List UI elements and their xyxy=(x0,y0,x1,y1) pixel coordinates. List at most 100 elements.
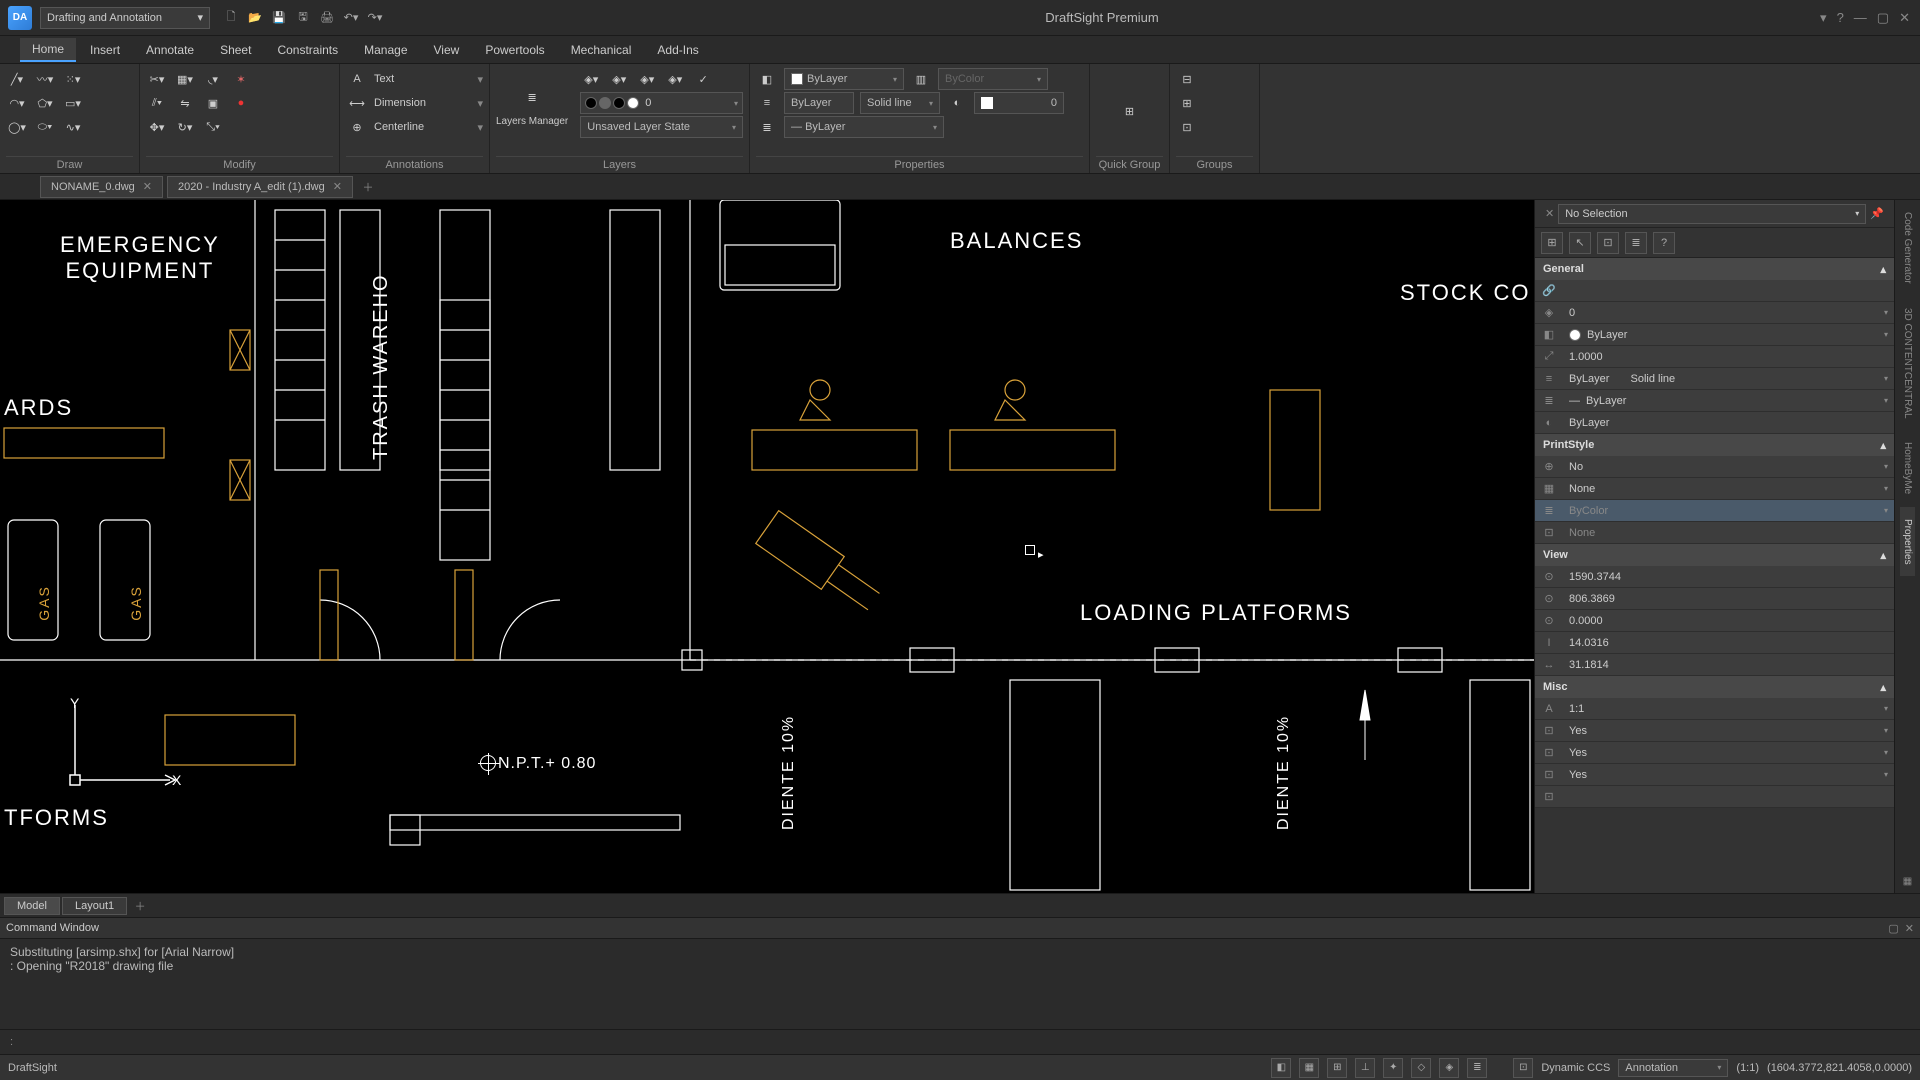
offset-icon[interactable]: ⫽▾ xyxy=(146,92,168,114)
group3-icon[interactable]: ⊡ xyxy=(1176,116,1198,138)
lineweight-icon[interactable]: ≣ xyxy=(756,116,778,138)
fillet-icon[interactable]: ◟▾ xyxy=(202,68,224,90)
mirror-icon[interactable]: ⇋ xyxy=(174,92,196,114)
print-icon[interactable]: 🖨 xyxy=(318,9,336,27)
prop-scale[interactable]: ⤢1.0000 xyxy=(1535,346,1894,368)
section-misc[interactable]: Misc▴ xyxy=(1535,676,1894,698)
bycolor-dropdown[interactable]: ByColor▾ xyxy=(938,68,1048,90)
prop-ps-display[interactable]: ⊕No▾ xyxy=(1535,456,1894,478)
trim-icon[interactable]: ✂▾ xyxy=(146,68,168,90)
layer-btn1-icon[interactable]: ◈▾ xyxy=(580,68,602,90)
sidetab-homebyme[interactable]: HomeByMe xyxy=(1900,430,1915,506)
status-lwt-icon[interactable]: ≣ xyxy=(1467,1058,1487,1078)
pattern-icon[interactable]: ▦▾ xyxy=(174,68,196,90)
tab-home[interactable]: Home xyxy=(20,38,76,62)
prop-misc-v1[interactable]: ⊡Yes▾ xyxy=(1535,720,1894,742)
spline-icon[interactable]: ∿▾ xyxy=(62,116,84,138)
prop-view-z[interactable]: ⊙0.0000 xyxy=(1535,610,1894,632)
line-icon[interactable]: ╱▾ xyxy=(6,68,28,90)
color-icon[interactable]: ◧ xyxy=(756,68,778,90)
save-icon[interactable]: 💾 xyxy=(270,9,288,27)
group1-icon[interactable]: ⊟ xyxy=(1176,68,1198,90)
add-tab-button[interactable]: ＋ xyxy=(357,176,379,198)
help-icon[interactable]: ? xyxy=(1837,10,1844,26)
tab-mechanical[interactable]: Mechanical xyxy=(559,39,644,61)
color-dropdown[interactable]: ByLayer▾ xyxy=(784,68,904,90)
centerline-icon[interactable]: ⊕ xyxy=(346,116,368,138)
pp-help-icon[interactable]: ? xyxy=(1653,232,1675,254)
doctab-1[interactable]: NONAME_0.dwg✕ xyxy=(40,176,163,198)
tab-insert[interactable]: Insert xyxy=(78,39,132,61)
group2-icon[interactable]: ⊞ xyxy=(1176,92,1198,114)
status-otrack-icon[interactable]: ◈ xyxy=(1439,1058,1459,1078)
close-icon[interactable]: ✕ xyxy=(143,180,152,193)
layer-btn2-icon[interactable]: ◈▾ xyxy=(608,68,630,90)
polyline-icon[interactable]: 〰▾ xyxy=(34,68,56,90)
tab-constraints[interactable]: Constraints xyxy=(265,39,350,61)
tab-addins[interactable]: Add-Ins xyxy=(645,39,710,61)
quickgroup-icon[interactable]: ⊞ xyxy=(1112,93,1148,129)
dropdown-icon[interactable]: ▾ xyxy=(1820,10,1827,26)
drawing-canvas[interactable]: EMERGENCY EQUIPMENT TRASH WAREHO BALANCE… xyxy=(0,200,1534,893)
section-printstyle[interactable]: PrintStyle▴ xyxy=(1535,434,1894,456)
status-polar-icon[interactable]: ✦ xyxy=(1383,1058,1403,1078)
command-window[interactable]: Substituting [arsimp.shx] for [Arial Nar… xyxy=(0,939,1920,1029)
prop-misc-v2[interactable]: ⊡Yes▾ xyxy=(1535,742,1894,764)
layer-btn3-icon[interactable]: ◈▾ xyxy=(636,68,658,90)
layer-state-dropdown[interactable]: Unsaved Layer State▾ xyxy=(580,116,743,138)
lineweight-dropdown[interactable]: — ByLayer▾ xyxy=(784,116,944,138)
status-grid-icon[interactable]: ▦ xyxy=(1299,1058,1319,1078)
tab-sheet[interactable]: Sheet xyxy=(208,39,263,61)
tab-view[interactable]: View xyxy=(422,39,472,61)
layer-color-swatches[interactable]: 0 ▾ xyxy=(580,92,743,114)
status-btn-icon[interactable]: ◧ xyxy=(1271,1058,1291,1078)
arc-icon[interactable]: ◠▾ xyxy=(6,92,28,114)
close-icon[interactable]: ✕ xyxy=(333,180,342,193)
close-icon[interactable]: ✕ xyxy=(1545,207,1554,220)
pp-tool4-icon[interactable]: ≣ xyxy=(1625,232,1647,254)
prop-color[interactable]: ◧ByLayer▾ xyxy=(1535,324,1894,346)
prop-linetype[interactable]: ≡ByLayer Solid line▾ xyxy=(1535,368,1894,390)
workspace-selector[interactable]: Drafting and Annotation ▾ xyxy=(40,7,210,29)
move-icon[interactable]: ✥▾ xyxy=(146,116,168,138)
point-icon[interactable]: ⁙▾ xyxy=(62,68,84,90)
polygon-icon[interactable]: ⬠▾ xyxy=(34,92,56,114)
scale-icon[interactable]: ▣ xyxy=(202,92,224,114)
prop-view-w[interactable]: ↔31.1814 xyxy=(1535,654,1894,676)
minimize-icon[interactable]: — xyxy=(1854,10,1867,26)
prop-misc-empty[interactable]: ⊡ xyxy=(1535,786,1894,808)
status-osnap-icon[interactable]: ◇ xyxy=(1411,1058,1431,1078)
new-icon[interactable]: 🗋 xyxy=(222,9,240,27)
circle-icon[interactable]: ◯▾ xyxy=(6,116,28,138)
prop-ps-attached[interactable]: ⊡None xyxy=(1535,522,1894,544)
section-general[interactable]: General▴ xyxy=(1535,258,1894,280)
prop-transparency[interactable]: ◐ByLayer xyxy=(1535,412,1894,434)
pp-tool2-icon[interactable]: ↖ xyxy=(1569,232,1591,254)
sidetab-3dcc[interactable]: 3D CONTENTCENTRAL xyxy=(1900,296,1915,431)
cmdwin-close-icon[interactable]: ✕ xyxy=(1905,922,1914,935)
prop-view-h[interactable]: I14.0316 xyxy=(1535,632,1894,654)
tab-powertools[interactable]: Powertools xyxy=(473,39,556,61)
rotate-icon[interactable]: ↻▾ xyxy=(174,116,196,138)
delete-icon[interactable]: ● xyxy=(230,92,252,114)
prop-view-y[interactable]: ⊙806.3869 xyxy=(1535,588,1894,610)
prop-misc-scale[interactable]: A1:1▾ xyxy=(1535,698,1894,720)
explode-icon[interactable]: ✶ xyxy=(230,68,252,90)
prop-ps-style[interactable]: ▦None▾ xyxy=(1535,478,1894,500)
sidetab-codegen[interactable]: Code Generator xyxy=(1900,200,1915,296)
prop-lineweight[interactable]: ≣— ByLayer▾ xyxy=(1535,390,1894,412)
close-icon[interactable]: ✕ xyxy=(1899,10,1910,26)
pp-tool3-icon[interactable]: ⊡ xyxy=(1597,232,1619,254)
stretch-icon[interactable]: ⤡▾ xyxy=(202,116,224,138)
prop-misc-v3[interactable]: ⊡Yes▾ xyxy=(1535,764,1894,786)
status-anno-dropdown[interactable]: Annotation▾ xyxy=(1618,1059,1728,1077)
text-icon[interactable]: A xyxy=(346,68,368,90)
prop-layer[interactable]: ◈0▾ xyxy=(1535,302,1894,324)
linetype-icon[interactable]: ≡ xyxy=(756,92,778,114)
transparency-icon[interactable]: ◐ xyxy=(946,92,968,114)
open-icon[interactable]: 📂 xyxy=(246,9,264,27)
prop-ps-table[interactable]: ≣ByColor▾ xyxy=(1535,500,1894,522)
status-snap-icon[interactable]: ⊞ xyxy=(1327,1058,1347,1078)
sidetab-properties[interactable]: Properties xyxy=(1900,507,1915,577)
tab-manage[interactable]: Manage xyxy=(352,39,419,61)
